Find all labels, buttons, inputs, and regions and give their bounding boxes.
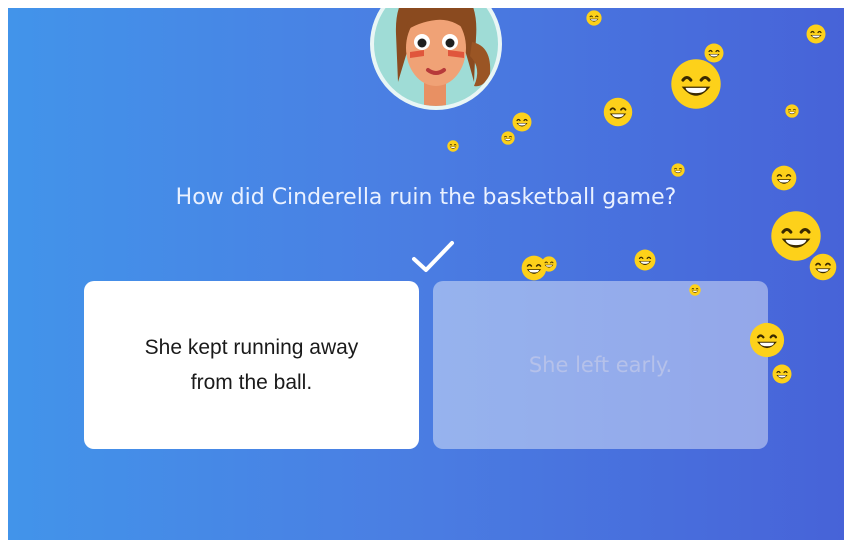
grinning-face-emoji — [501, 131, 515, 145]
grinning-face-emoji — [586, 10, 602, 26]
grinning-face-emoji — [634, 249, 656, 271]
answer-option-dimmed[interactable]: She left early. — [433, 281, 768, 449]
checkmark-icon — [412, 241, 454, 272]
question-text: How did Cinderella ruin the basketball g… — [175, 185, 677, 210]
answer-text: She kept running away from the ball. — [144, 336, 359, 394]
grinning-face-emoji — [809, 253, 837, 281]
grinning-face-emoji — [671, 59, 721, 109]
grinning-face-emoji — [512, 112, 532, 132]
grinning-face-emoji — [806, 24, 826, 44]
grinning-face-emoji — [447, 140, 459, 152]
grinning-face-emoji — [671, 163, 685, 177]
grinning-face-emoji — [772, 364, 792, 384]
grinning-face-emoji — [541, 256, 557, 272]
game-stage: How did Cinderella ruin the basketball g… — [8, 8, 844, 540]
grinning-face-emoji — [689, 284, 701, 296]
grinning-face-emoji — [603, 97, 633, 127]
answer-option-correct[interactable]: She kept running away from the ball. — [84, 281, 419, 449]
answer-text: She left early. — [528, 353, 673, 377]
character-avatar — [370, 8, 502, 110]
grinning-face-emoji — [749, 322, 785, 358]
grinning-face-emoji — [785, 104, 799, 118]
grinning-face-emoji — [771, 165, 797, 191]
girl-avatar-icon — [395, 8, 491, 106]
